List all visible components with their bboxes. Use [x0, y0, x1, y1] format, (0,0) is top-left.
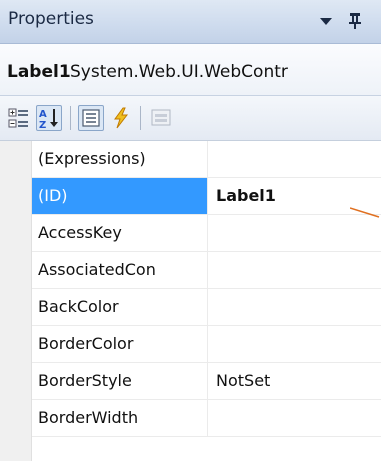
property-name: BackColor	[32, 289, 208, 325]
property-row[interactable]: BorderColor	[32, 326, 381, 363]
property-name: AssociatedCon	[32, 252, 208, 288]
property-value[interactable]	[208, 289, 381, 325]
annotation-line	[350, 207, 380, 218]
property-grid: (Expressions) (ID) Label1 AccessKey Asso…	[0, 141, 381, 461]
events-icon[interactable]	[108, 105, 134, 131]
panel-title: Properties	[8, 9, 94, 29]
toolbar-separator	[70, 106, 71, 130]
property-row[interactable]: (Expressions)	[32, 141, 381, 178]
property-row[interactable]: BorderWidth	[32, 400, 381, 437]
pin-icon[interactable]	[344, 8, 366, 32]
alphabetical-icon[interactable]: A Z	[36, 105, 62, 131]
property-value[interactable]: NotSet	[208, 363, 381, 399]
properties-icon[interactable]	[78, 105, 104, 131]
property-row[interactable]: AccessKey	[32, 215, 381, 252]
property-pages-icon[interactable]	[148, 105, 174, 131]
svg-text:Z: Z	[39, 120, 46, 130]
grid-gutter	[0, 141, 32, 461]
toolbar-separator	[140, 106, 141, 130]
property-name: BorderStyle	[32, 363, 208, 399]
property-value[interactable]	[208, 215, 381, 251]
property-value[interactable]	[208, 400, 381, 436]
property-value[interactable]	[208, 141, 381, 177]
property-row[interactable]: AssociatedCon	[32, 252, 381, 289]
property-name: (ID)	[32, 178, 208, 214]
selected-object-name: Label1	[7, 62, 71, 82]
properties-panel: Properties Label1 System.Web.UI.WebContr	[0, 0, 381, 461]
categorized-icon[interactable]	[6, 105, 32, 131]
property-name: BorderWidth	[32, 400, 208, 436]
selected-object-type: System.Web.UI.WebContr	[70, 62, 288, 82]
property-row[interactable]: BorderStyle NotSet	[32, 363, 381, 400]
property-name: AccessKey	[32, 215, 208, 251]
property-row[interactable]: BackColor	[32, 289, 381, 326]
title-bar: Properties	[0, 0, 381, 44]
dropdown-arrow-icon[interactable]	[315, 8, 337, 32]
object-selector[interactable]: Label1 System.Web.UI.WebContr	[0, 44, 381, 96]
property-value[interactable]	[208, 252, 381, 288]
svg-text:A: A	[39, 109, 47, 120]
property-name: (Expressions)	[32, 141, 208, 177]
properties-toolbar: A Z	[0, 96, 381, 141]
property-name: BorderColor	[32, 326, 208, 362]
property-row-selected[interactable]: (ID) Label1	[32, 178, 381, 215]
property-value[interactable]	[208, 326, 381, 362]
